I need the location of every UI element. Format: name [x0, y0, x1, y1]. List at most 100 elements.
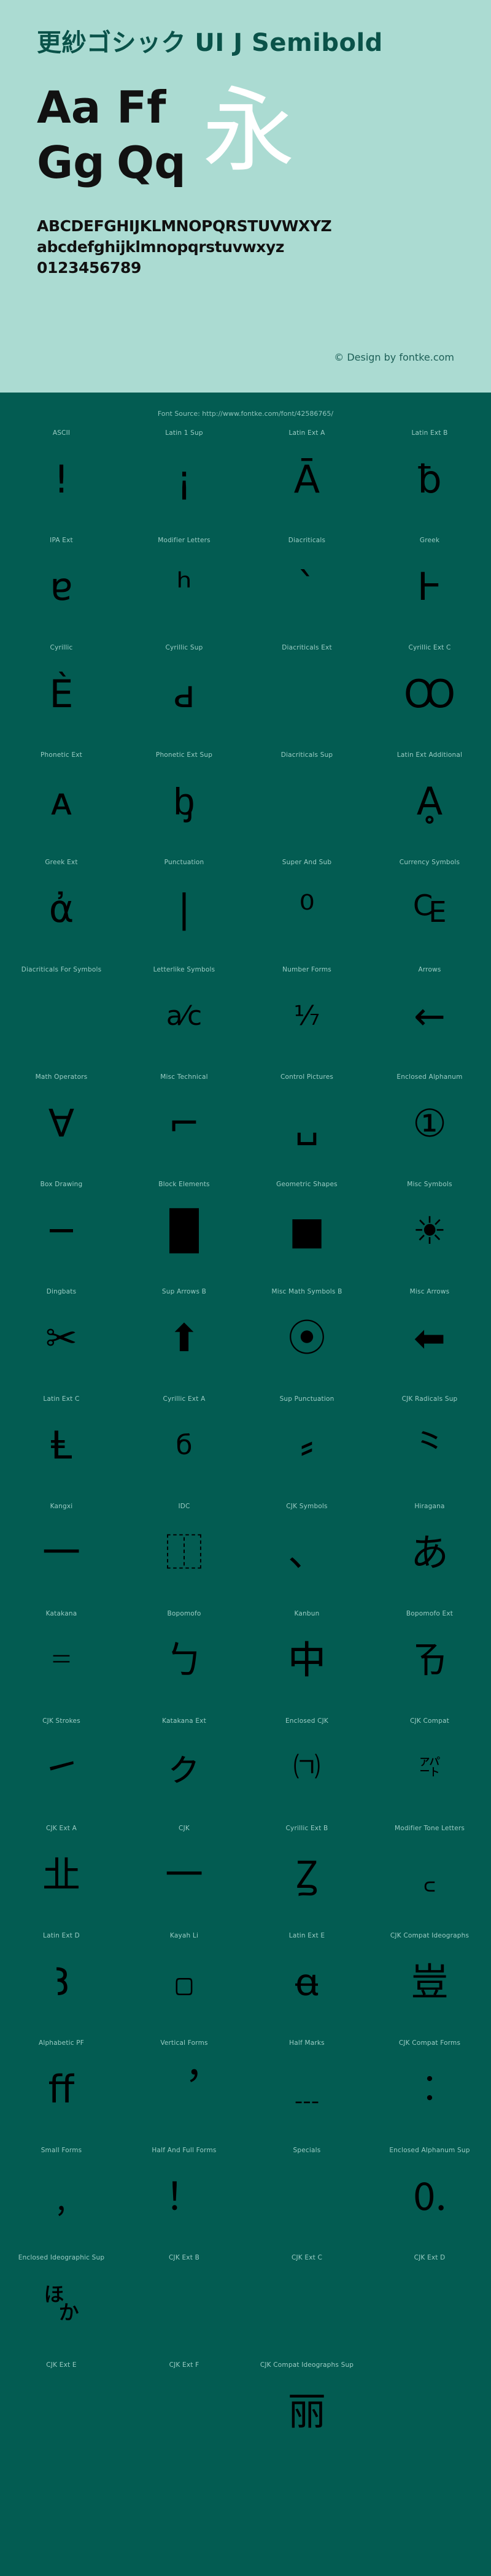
unicode-block-cell[interactable]: Phonetic Ext ᴀ [0, 748, 123, 856]
unicode-block-cell[interactable]: Greek Ext ἀ [0, 856, 123, 963]
unicode-block-cell[interactable]: Diacriticals Ext᷍ [246, 641, 368, 748]
unicode-block-cell[interactable]: Latin Ext D Ꜣ [0, 1929, 123, 2036]
block-label: CJK Ext D [414, 2251, 446, 2264]
block-sample-glyph: ꜀ [423, 1835, 436, 1915]
unicode-block-cell[interactable]: Cyrillic Ext C Ꚙ [368, 641, 491, 748]
unicode-block-cell[interactable]: CJK Ext C 𪜀 [246, 2251, 368, 2358]
unicode-block-cell[interactable]: IDC ⿰ [123, 1500, 246, 1607]
unicode-block-cell[interactable]: Misc Arrows ⬅ [368, 1285, 491, 1392]
unicode-block-cell[interactable]: Misc Math Symbols B ⦿ [246, 1285, 368, 1392]
unicode-block-cell[interactable]: Enclosed Alphanum ① [368, 1070, 491, 1178]
unicode-block-cell[interactable]: CJK Ext E 𫠠 [0, 2358, 123, 2466]
block-sample-glyph: ⁰ [300, 869, 315, 949]
unicode-block-cell[interactable]: Number Forms ⅐ [246, 963, 368, 1070]
unicode-block-cell[interactable]: Dingbats ✂ [0, 1285, 123, 1392]
unicode-block-cell[interactable]: Katakana Ext ㇰ [123, 1714, 246, 1822]
unicode-block-cell[interactable]: Phonetic Ext Sup ᶀ [123, 748, 246, 856]
unicode-block-cell[interactable]: Block Elements █ [123, 1178, 246, 1285]
unicode-block-cell[interactable]: Super And Sub ⁰ [246, 856, 368, 963]
unicode-block-cell[interactable]: CJK Ext B 𠀀 [123, 2251, 246, 2358]
unicode-block-cell[interactable] [368, 2358, 491, 2466]
block-label: Latin Ext A [289, 426, 325, 440]
unicode-block-cell[interactable]: Half Marks ﹍ [246, 2036, 368, 2144]
block-sample-glyph: Ā [294, 440, 320, 519]
unicode-block-cell[interactable]: Box Drawing ─ [0, 1178, 123, 1285]
unicode-block-cell[interactable]: Latin Ext B ƀ [368, 426, 491, 534]
unicode-block-cell[interactable]: Enclosed Alphanum Sup 🄀 [368, 2144, 491, 2251]
unicode-block-cell[interactable]: Cyrillic Ѐ [0, 641, 123, 748]
unicode-block-cell[interactable]: CJK Compat Forms ︰ [368, 2036, 491, 2144]
unicode-block-cell[interactable]: Hiragana あ [368, 1500, 491, 1607]
unicode-block-cell[interactable]: Small Forms ﹐ [0, 2144, 123, 2251]
unicode-block-cell[interactable]: ASCII! [0, 426, 123, 534]
unicode-block-cell[interactable]: Bopomofo ㄅ [123, 1607, 246, 1714]
unicode-block-cell[interactable]: CJK Symbols 、 [246, 1500, 368, 1607]
block-row: Latin Ext C Ⱡ Cyrillic Ext Aб Sup Punctuati… [0, 1392, 491, 1500]
unicode-block-cell[interactable]: CJK Compat Ideographs Sup 丽 [246, 2358, 368, 2466]
unicode-block-cell[interactable]: Cyrillic Ext B Ꙁ [246, 1822, 368, 1929]
unicode-block-cell[interactable]: Enclosed CJK ㈀ [246, 1714, 368, 1822]
unicode-block-cell[interactable]: Currency Symbols ₠ [368, 856, 491, 963]
unicode-block-cell[interactable]: Diacriticals ˋ [246, 534, 368, 641]
block-sample-glyph: Ḁ [417, 762, 443, 841]
unicode-block-cell[interactable]: IPA Ext ɐ [0, 534, 123, 641]
block-sample-glyph: ゠ [42, 1620, 80, 1700]
unicode-block-cell[interactable]: Control Pictures ␣ [246, 1070, 368, 1178]
unicode-block-cell[interactable]: Misc Symbols ☀ [368, 1178, 491, 1285]
unicode-block-cell[interactable]: Half And Full Forms ！ [123, 2144, 246, 2251]
unicode-block-cell[interactable]: CJK Ext A 㐀 [0, 1822, 123, 1929]
block-label: Latin Ext C [43, 1392, 79, 1406]
block-label: IDC [178, 1500, 190, 1513]
unicode-block-cell[interactable]: Modifier Tone Letters ꜀ [368, 1822, 491, 1929]
block-label: Control Pictures [280, 1070, 333, 1084]
unicode-block-cell[interactable]: Alphabetic PF ﬀ [0, 2036, 123, 2144]
unicode-block-cell[interactable]: Latin Ext A Ā [246, 426, 368, 534]
unicode-block-cell[interactable]: Latin 1 Sup ¡ [123, 426, 246, 534]
unicode-block-cell[interactable]: Geometric Shapes ■ [246, 1178, 368, 1285]
block-sample-glyph: ␣ [295, 1084, 319, 1163]
unicode-block-cell[interactable]: Katakana ゠ [0, 1607, 123, 1714]
unicode-block-cell[interactable]: Latin Ext Additional Ḁ [368, 748, 491, 856]
unicode-block-cell[interactable]: Letterlike Symbols a⁄c [123, 963, 246, 1070]
block-sample-glyph: ㈀ [293, 1728, 320, 1807]
unicode-block-cell[interactable]: Sup Arrows B ⬆ [123, 1285, 246, 1392]
block-sample-glyph: ꬰ [295, 1942, 319, 2022]
unicode-block-cell[interactable]: Sup Punctuation ⸗ [246, 1392, 368, 1500]
block-sample-glyph: ᶀ [174, 762, 195, 841]
unicode-block-cell[interactable]: Math Operators ∀ [0, 1070, 123, 1178]
unicode-block-cell[interactable]: Kanbun ㆗ [246, 1607, 368, 1714]
block-row: Diacriticals For Symbols⃝Letterlike Symb… [0, 963, 491, 1070]
unicode-block-cell[interactable]: Latin Ext C Ⱡ [0, 1392, 123, 1500]
block-label: Cyrillic Sup [165, 641, 203, 654]
unicode-block-cell[interactable]: Greek Ͱ [368, 534, 491, 641]
unicode-block-cell[interactable]: Bopomofo Ext ㄯ [368, 1607, 491, 1714]
unicode-block-cell[interactable]: Cyrillic Sup ԁ [123, 641, 246, 748]
unicode-block-cell[interactable]: CJK Ext D 𫝀 [368, 2251, 491, 2358]
unicode-block-cell[interactable]: Misc Technical ⌐ [123, 1070, 246, 1178]
unicode-block-cell[interactable]: Cyrillic Ext A б [123, 1392, 246, 1500]
block-sample-glyph: ─ [50, 1191, 72, 1271]
unicode-block-cell[interactable]: CJK Radicals Sup ⺀ [368, 1392, 491, 1500]
unicode-block-cell[interactable]: CJK Strokes ㇀ [0, 1714, 123, 1822]
unicode-block-cell[interactable]: CJK 一 [123, 1822, 246, 1929]
unicode-block-cell[interactable]: CJK Ext F 𬺰 [123, 2358, 246, 2466]
block-label: Diacriticals Ext [282, 641, 332, 654]
unicode-block-cell[interactable]: Specials￼ [246, 2144, 368, 2251]
unicode-block-cell[interactable]: Kayah Li ꤀ [123, 1929, 246, 2036]
unicode-block-cell[interactable]: CJK Compat ㌀ [368, 1714, 491, 1822]
unicode-block-cell[interactable]: Arrows ← [368, 963, 491, 1070]
block-row: Latin Ext D Ꜣ Kayah Li ꤀ Latin Ext Eꬰ CJK Com… [0, 1929, 491, 2036]
block-label: Math Operators [36, 1070, 88, 1084]
unicode-block-cell[interactable]: CJK Compat Ideographs 豈 [368, 1929, 491, 2036]
unicode-block-cell[interactable]: Punctuation | [123, 856, 246, 963]
unicode-block-cell[interactable]: Enclosed Ideographic Sup 🈀 [0, 2251, 123, 2358]
unicode-block-cell[interactable]: Diacriticals For Symbols⃝ [0, 963, 123, 1070]
latin-sample-ff: Ff [117, 80, 196, 135]
block-sample-glyph: ⺀ [411, 1406, 449, 1485]
block-sample-glyph: ﹍ [288, 2050, 326, 2129]
unicode-block-cell[interactable]: Modifier Letters ʰ [123, 534, 246, 641]
unicode-block-cell[interactable]: Kangxi 一 [0, 1500, 123, 1607]
unicode-block-cell[interactable]: Vertical Forms ︐ [123, 2036, 246, 2144]
unicode-block-cell[interactable]: Latin Ext E ꬰ [246, 1929, 368, 2036]
unicode-block-cell[interactable]: Diacriticals Sup᷄ [246, 748, 368, 856]
